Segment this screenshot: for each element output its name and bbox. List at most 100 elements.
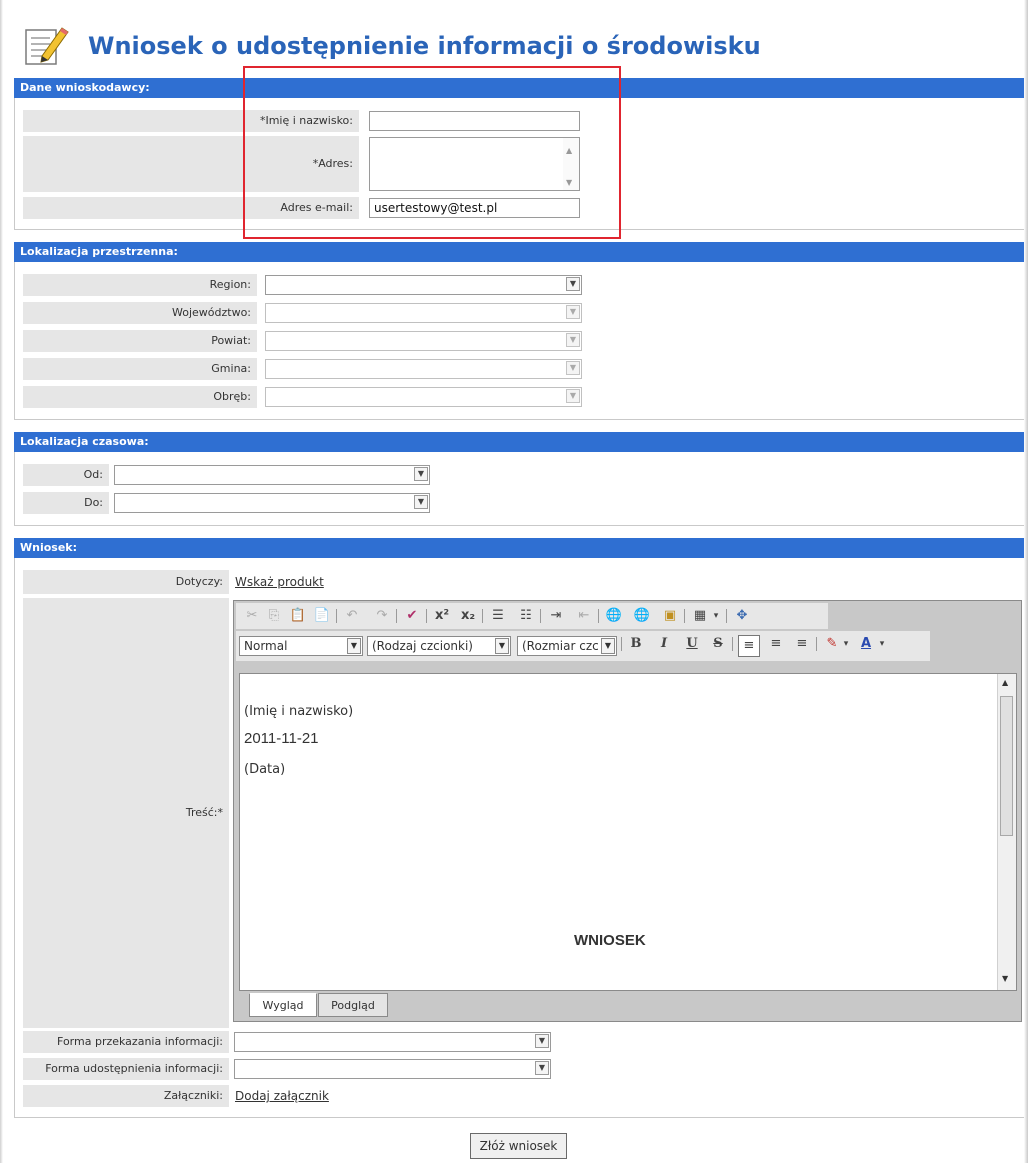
- highlight-dropdown-icon[interactable]: ▾: [840, 634, 852, 654]
- toolbar-separator: [684, 609, 685, 623]
- scroll-down-icon[interactable]: ▼: [566, 174, 572, 192]
- bulleted-list-icon[interactable]: ☷: [516, 606, 536, 626]
- add-attachment-link[interactable]: Dodaj załącznik: [235, 1089, 329, 1103]
- chevron-down-icon[interactable]: ▼: [347, 638, 361, 654]
- spellcheck-icon[interactable]: ✔: [402, 606, 422, 626]
- toolbar-separator: [732, 637, 733, 651]
- to-date-select[interactable]: ▼: [114, 493, 430, 513]
- undo-icon[interactable]: ↶: [342, 606, 362, 626]
- rich-text-editor: ✂ ⎘ 📋 📄 ↶ ↷ ✔ x² x₂ ☰ ☷ ⇥ ⇤ 🌐 🌐 ▣ ▦ ▾ ✥ …: [233, 600, 1022, 1022]
- scroll-up-icon[interactable]: ▲: [1002, 678, 1008, 687]
- email-input[interactable]: usertestowy@test.pl: [369, 198, 580, 218]
- toolbar-separator: [426, 609, 427, 623]
- applicant-section: *Imię i nazwisko: *Adres: ▲ ▼ Adres e-ma…: [14, 98, 1028, 230]
- address-textarea[interactable]: ▲ ▼: [369, 137, 580, 191]
- section-header-location: Lokalizacja przestrzenna:: [14, 242, 1028, 262]
- address-scrollbar[interactable]: ▲ ▼: [563, 138, 579, 190]
- redo-icon[interactable]: ↷: [372, 606, 392, 626]
- chevron-down-icon[interactable]: ▼: [414, 467, 428, 481]
- chevron-down-icon[interactable]: ▼: [535, 1034, 549, 1048]
- scrollbar-thumb[interactable]: [1000, 696, 1013, 836]
- indent-icon[interactable]: ⇥: [546, 606, 566, 626]
- font-value: (Rodzaj czcionki): [372, 639, 473, 653]
- edit-document-icon: [22, 22, 70, 68]
- submit-request-button[interactable]: Złóż wniosek: [470, 1133, 567, 1159]
- select-product-link[interactable]: Wskaż produkt: [235, 575, 324, 589]
- highlight-color-icon[interactable]: ✎: [822, 634, 842, 654]
- precinct-select[interactable]: ▼: [265, 387, 582, 407]
- region-label: Region:: [23, 274, 257, 296]
- precinct-label: Obręb:: [23, 386, 257, 408]
- section-header-time: Lokalizacja czasowa:: [14, 432, 1028, 452]
- region-select[interactable]: ▼: [265, 275, 582, 295]
- numbered-list-icon[interactable]: ☰: [488, 606, 508, 626]
- editor-line-date-value: 2011-11-21: [244, 730, 319, 747]
- remove-link-icon[interactable]: 🌐: [632, 606, 652, 626]
- align-center-icon[interactable]: ≡: [766, 634, 786, 654]
- tab-design[interactable]: Wygląd: [249, 993, 317, 1017]
- cut-icon[interactable]: ✂: [242, 606, 262, 626]
- fullscreen-icon[interactable]: ✥: [732, 606, 752, 626]
- bold-button[interactable]: B: [626, 634, 646, 654]
- editor-content-area[interactable]: (Imię i nazwisko) 2011-11-21 (Data) WNIO…: [239, 673, 1017, 991]
- name-input[interactable]: [369, 111, 580, 131]
- from-date-select[interactable]: ▼: [114, 465, 430, 485]
- sharing-form-select[interactable]: ▼: [234, 1059, 551, 1079]
- chevron-down-icon[interactable]: ▼: [414, 495, 428, 509]
- commune-select[interactable]: ▼: [265, 359, 582, 379]
- insert-link-icon[interactable]: 🌐: [604, 606, 624, 626]
- font-color-icon[interactable]: A: [856, 634, 876, 654]
- voivodeship-label: Województwo:: [23, 302, 257, 324]
- content-label: Treść:*: [23, 598, 229, 1028]
- insert-table-icon[interactable]: ▦: [690, 606, 710, 626]
- paragraph-format-select[interactable]: Normal ▼: [239, 636, 363, 656]
- chevron-down-icon[interactable]: ▼: [566, 389, 580, 403]
- attachments-label: Załączniki:: [23, 1085, 229, 1107]
- paste-word-icon[interactable]: 📄: [312, 606, 332, 626]
- align-right-icon[interactable]: ≡: [792, 634, 812, 654]
- chevron-down-icon[interactable]: ▼: [566, 277, 580, 291]
- chevron-down-icon[interactable]: ▼: [495, 638, 509, 654]
- font-color-dropdown-icon[interactable]: ▾: [876, 634, 888, 654]
- county-label: Powiat:: [23, 330, 257, 352]
- paste-icon[interactable]: 📋: [288, 606, 308, 626]
- outdent-icon[interactable]: ⇤: [574, 606, 594, 626]
- toolbar-separator: [621, 637, 622, 651]
- size-value: (Rozmiar czc: [522, 639, 599, 653]
- font-family-select[interactable]: (Rodzaj czcionki) ▼: [367, 636, 511, 656]
- editor-toolbar-1: ✂ ⎘ 📋 📄 ↶ ↷ ✔ x² x₂ ☰ ☷ ⇥ ⇤ 🌐 🌐 ▣ ▦ ▾ ✥: [236, 603, 828, 629]
- delivery-form-label: Forma przekazania informacji:: [23, 1031, 229, 1053]
- scroll-down-icon[interactable]: ▼: [1002, 974, 1008, 983]
- county-select[interactable]: ▼: [265, 331, 582, 351]
- subscript-icon[interactable]: x₂: [458, 606, 478, 626]
- italic-button[interactable]: I: [654, 634, 674, 654]
- page-title: Wniosek o udostępnienie informacji o śro…: [88, 32, 761, 60]
- toolbar-separator: [336, 609, 337, 623]
- section-header-request: Wniosek:: [14, 538, 1028, 558]
- to-label: Do:: [23, 492, 109, 514]
- underline-button[interactable]: U: [682, 634, 702, 654]
- strikethrough-button[interactable]: S: [708, 634, 728, 654]
- delivery-form-select[interactable]: ▼: [234, 1032, 551, 1052]
- copy-icon[interactable]: ⎘: [264, 606, 284, 626]
- request-form-page: Wniosek o udostępnienie informacji o śro…: [0, 0, 1028, 1163]
- tab-preview[interactable]: Podgląd: [318, 993, 388, 1017]
- superscript-icon[interactable]: x²: [432, 606, 452, 626]
- from-label: Od:: [23, 464, 109, 486]
- chevron-down-icon[interactable]: ▼: [601, 638, 615, 654]
- commune-label: Gmina:: [23, 358, 257, 380]
- align-left-icon[interactable]: ≡: [738, 635, 760, 657]
- editor-toolbar-2: Normal ▼ (Rodzaj czcionki) ▼ (Rozmiar czc ▼…: [236, 631, 930, 661]
- scroll-up-icon[interactable]: ▲: [566, 142, 572, 160]
- table-dropdown-icon[interactable]: ▾: [710, 606, 722, 626]
- chevron-down-icon[interactable]: ▼: [535, 1061, 549, 1075]
- insert-image-icon[interactable]: ▣: [660, 606, 680, 626]
- chevron-down-icon[interactable]: ▼: [566, 361, 580, 375]
- editor-scrollbar[interactable]: ▲ ▼: [997, 674, 1016, 990]
- chevron-down-icon[interactable]: ▼: [566, 333, 580, 347]
- font-size-select[interactable]: (Rozmiar czc ▼: [517, 636, 617, 656]
- voivodeship-select[interactable]: ▼: [265, 303, 582, 323]
- location-section: Region: ▼ Województwo: ▼ Powiat: ▼ Gmina…: [14, 262, 1028, 420]
- chevron-down-icon[interactable]: ▼: [566, 305, 580, 319]
- editor-heading: WNIOSEK: [574, 932, 646, 949]
